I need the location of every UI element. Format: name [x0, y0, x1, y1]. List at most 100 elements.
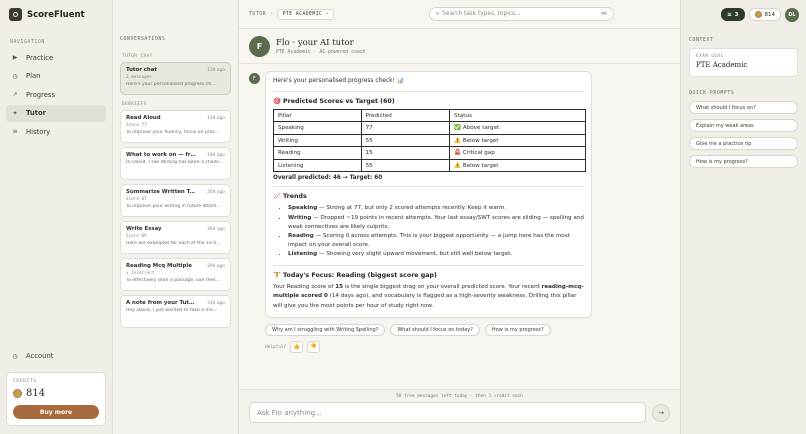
brand[interactable]: ScoreFluent — [6, 8, 106, 34]
trend-item: Writing — Dropped ~19 points in recent a… — [288, 214, 584, 232]
message-row: F Here's your personalised progress chec… — [249, 71, 670, 319]
sidebar-item-tutor[interactable]: ✦ Tutor — [6, 104, 106, 122]
suggestion-chip[interactable]: What should I focus on today? — [390, 324, 480, 337]
table-header: Predicted — [360, 108, 451, 123]
conversation-date: 13d ago — [207, 116, 225, 121]
conversations-panel: CONVERSATIONS TUTOR CHAT Tutor chat 13d … — [113, 0, 239, 434]
conversation-meta: 3 messages — [126, 75, 152, 80]
conversation-title: Summarize Written Text — [126, 189, 198, 195]
topbar-actions: ≡ 3 814 DL — [521, 0, 806, 29]
conversation-date: 26d ago — [207, 227, 225, 232]
trend-item: Speaking — Strong at 77, but only 2 scor… — [288, 204, 584, 213]
conversation-preview: Here's your personalised progress ch... — [126, 82, 216, 87]
buy-more-button[interactable]: Buy more — [13, 405, 99, 419]
coin-icon — [754, 11, 762, 18]
sidebar-item-account[interactable]: ◷ Account — [6, 348, 106, 365]
send-arrow-icon[interactable]: → — [652, 403, 670, 422]
breadcrumb-separator: › — [270, 11, 274, 17]
conversation-title: Reading Mcq Multiple — [126, 263, 192, 269]
conversation-title: What to work on — from yo... — [126, 152, 198, 158]
quick-prompt[interactable]: Explain my weak areas — [689, 119, 798, 132]
sidebar-item-label: History — [26, 127, 51, 136]
quick-prompts-heading: QUICK PROMPTS — [689, 91, 735, 96]
message-intro: Here's your personalised progress check!… — [273, 78, 405, 84]
play-icon: ▶ — [12, 54, 18, 61]
context-heading: CONTEXT — [689, 38, 714, 43]
conversations-heading: CONVERSATIONS — [120, 37, 166, 42]
suggestion-chip[interactable]: How is my progress? — [484, 324, 551, 337]
trend-item: Listening — Showing very slight upward m… — [288, 250, 584, 259]
conversation-preview: To effectively skim a passage, use thes.… — [126, 278, 221, 283]
breadcrumb-current[interactable]: PTE ACADEMIC › — [277, 8, 334, 20]
quick-prompt[interactable]: Give me a practice tip — [689, 137, 798, 150]
conversation-date: 31d ago — [207, 301, 225, 306]
table-cell: 🚨 Critical gap — [449, 146, 586, 160]
nav-section-label: NAVIGATION — [10, 40, 45, 45]
main-chat: TUTOR › PTE ACADEMIC › ⌕ Search task typ… — [239, 0, 680, 434]
suggestion-chips: Why am I struggling with Writing Spellin… — [265, 324, 670, 337]
streak-badge[interactable]: ≡ 3 — [721, 8, 745, 21]
table-cell: ⚠️ Below target — [449, 133, 586, 148]
conversation-meta: Score 69 — [126, 234, 147, 239]
overall-score: Overall predicted: 46 → Target: 60 — [273, 175, 383, 182]
chat-header: F Flo · your AI tutor PTE Academic · AI-… — [239, 29, 680, 64]
calendar-icon: ◷ — [12, 72, 18, 80]
exam-goal-label: EXAM GOAL — [696, 54, 724, 59]
conversation-preview: To improve your fluency, focus on prac..… — [126, 130, 220, 135]
sidebar-item-progress[interactable]: ↗ Progress — [6, 86, 106, 103]
credits-value: 814 — [26, 388, 46, 399]
suggestion-chip[interactable]: Why am I struggling with Writing Spellin… — [265, 324, 386, 337]
credits-label: CREDITS — [13, 379, 37, 384]
conversation-item[interactable]: Reading Mcq Multiple 29d ago ✗ Incorrect To… — [120, 258, 231, 291]
sidebar-item-practice[interactable]: ▶ Practice — [6, 49, 106, 66]
table-cell: ✅ Above target — [449, 121, 586, 135]
divider — [273, 186, 584, 188]
conversation-item[interactable]: Summarize Written Text 20d ago Score 67 To … — [120, 184, 231, 217]
conversation-preview: Hi David, I see Writing has been a chall… — [126, 160, 225, 165]
sidebar-item-history[interactable]: ≡ History — [6, 123, 106, 140]
conversation-item[interactable]: What to work on — from yo... 18d ago Hi Da… — [120, 147, 231, 180]
conversation-title: Write Essay — [126, 226, 162, 232]
message-input[interactable]: Ask Flo anything... — [249, 402, 647, 423]
thumbs-down-icon[interactable]: 👎 — [307, 341, 321, 354]
divider — [273, 264, 584, 266]
table-cell: Listening — [273, 158, 362, 173]
table-row: Speaking 77 ✅ Above target — [273, 121, 586, 135]
conversation-meta: Score 67 — [126, 197, 147, 202]
conversation-title: Read Aloud — [126, 115, 161, 121]
tutor-message: Here's your personalised progress check!… — [265, 71, 592, 319]
streak-icon: ≡ — [727, 11, 732, 18]
table-cell: 15 — [360, 146, 451, 160]
table-cell: Reading — [273, 146, 362, 160]
trend-item: Reading — Scoring 0 across attempts. Thi… — [288, 232, 584, 250]
debrief-list: Read Aloud 13d ago Score 77 To improve your… — [120, 110, 231, 328]
table-header: Status — [449, 108, 586, 123]
conversation-item-tutor-chat[interactable]: Tutor chat 13d ago 3 messages Here's you… — [120, 62, 231, 95]
conversation-item[interactable]: A note from your Tutor 💙 31d ago Hey David… — [120, 295, 231, 328]
tutor-name: Flo · your AI tutor — [276, 37, 354, 48]
composer: 50 free messages left today · then 1 cre… — [239, 389, 680, 434]
list-icon: ≡ — [12, 128, 18, 135]
thumbs-up-icon[interactable]: 👍 — [290, 341, 304, 354]
credits-pill[interactable]: 814 — [748, 8, 781, 21]
table-row: Writing 55 ⚠️ Below target — [273, 133, 586, 148]
conversation-preview: Here are examples for each of the 10 ti.… — [126, 241, 221, 246]
sidebar-item-label: Progress — [26, 90, 56, 99]
user-avatar[interactable]: DL — [785, 7, 799, 22]
table-cell: ⚠️ Below target — [449, 158, 586, 173]
conversation-date: 13d ago — [207, 68, 225, 73]
sidebar-item-plan[interactable]: ◷ Plan — [6, 68, 106, 85]
sidebar-item-label: Tutor — [26, 109, 46, 117]
tutor-chat-group-label: TUTOR CHAT — [122, 54, 153, 59]
conversation-item[interactable]: Read Aloud 13d ago Score 77 To improve your… — [120, 110, 231, 143]
trend-up-icon: ↗ — [12, 91, 18, 98]
conversation-item[interactable]: Write Essay 26d ago Score 69 Here are examp… — [120, 221, 231, 254]
app-name: ScoreFluent — [27, 9, 85, 20]
credits-card: CREDITS 814 Buy more — [6, 372, 106, 426]
table-header-row: Pillar Predicted Status — [273, 108, 586, 123]
free-messages-note: 50 free messages left today · then 1 cre… — [396, 394, 523, 399]
focus-heading: 🏋️ Today's Focus: Reading (biggest score… — [273, 271, 437, 279]
quick-prompt[interactable]: What should I focus on? — [689, 101, 798, 114]
quick-prompt[interactable]: How is my progress? — [689, 155, 798, 168]
breadcrumb-root[interactable]: TUTOR — [249, 11, 266, 17]
